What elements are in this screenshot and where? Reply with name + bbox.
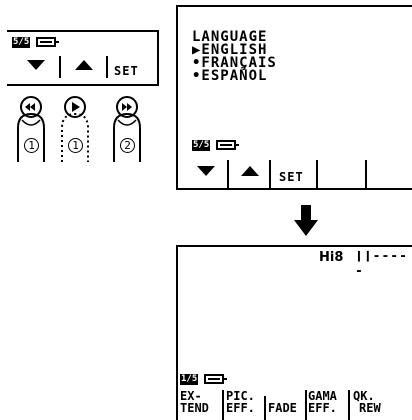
page-badge: 5/5 <box>192 140 211 151</box>
panel-border <box>7 30 159 32</box>
divider <box>227 160 229 188</box>
divider <box>365 160 367 188</box>
divider <box>106 56 108 78</box>
divider <box>348 390 350 420</box>
panel-border <box>7 84 159 86</box>
divider <box>264 396 266 420</box>
down-arrow-button[interactable] <box>197 166 215 176</box>
picture-effect-button[interactable]: PIC. EFF. <box>226 390 262 414</box>
battery-icon <box>216 140 239 150</box>
divider <box>269 160 271 188</box>
fade-button[interactable]: FADE <box>268 390 304 414</box>
language-option-spanish[interactable]: •ESPAÑOL <box>192 69 267 83</box>
extend-button[interactable]: EX- TEND <box>180 390 220 414</box>
down-arrow-button[interactable] <box>27 60 45 70</box>
page-badge: 1/5 <box>180 374 199 385</box>
arrow-down-icon <box>294 205 318 236</box>
tape-counter: ❙❙----- <box>355 249 408 279</box>
gamma-effect-button[interactable]: GAMA EFF. <box>308 390 346 414</box>
page-badge: 5/5 <box>12 37 31 48</box>
battery-icon <box>36 37 59 47</box>
battery-icon <box>204 374 227 384</box>
up-arrow-button[interactable] <box>241 166 259 176</box>
press-count-badge: 2 <box>120 138 135 153</box>
press-count-badge: 1 <box>24 138 39 153</box>
effect-button-bar: EX- TEND PIC. EFF. FADE GAMA EFF. QK. REW <box>180 390 412 420</box>
format-indicator: Hi8 <box>319 250 344 265</box>
divider <box>316 160 318 188</box>
up-arrow-button[interactable] <box>75 60 93 70</box>
quick-rewind-button[interactable]: QK. REW <box>353 390 393 414</box>
divider <box>222 390 224 420</box>
divider <box>305 390 307 420</box>
panel-border <box>157 30 159 86</box>
set-button[interactable]: SET <box>279 170 304 184</box>
divider <box>59 56 61 78</box>
press-count-badge: 1 <box>68 138 83 153</box>
set-button[interactable]: SET <box>114 64 139 78</box>
